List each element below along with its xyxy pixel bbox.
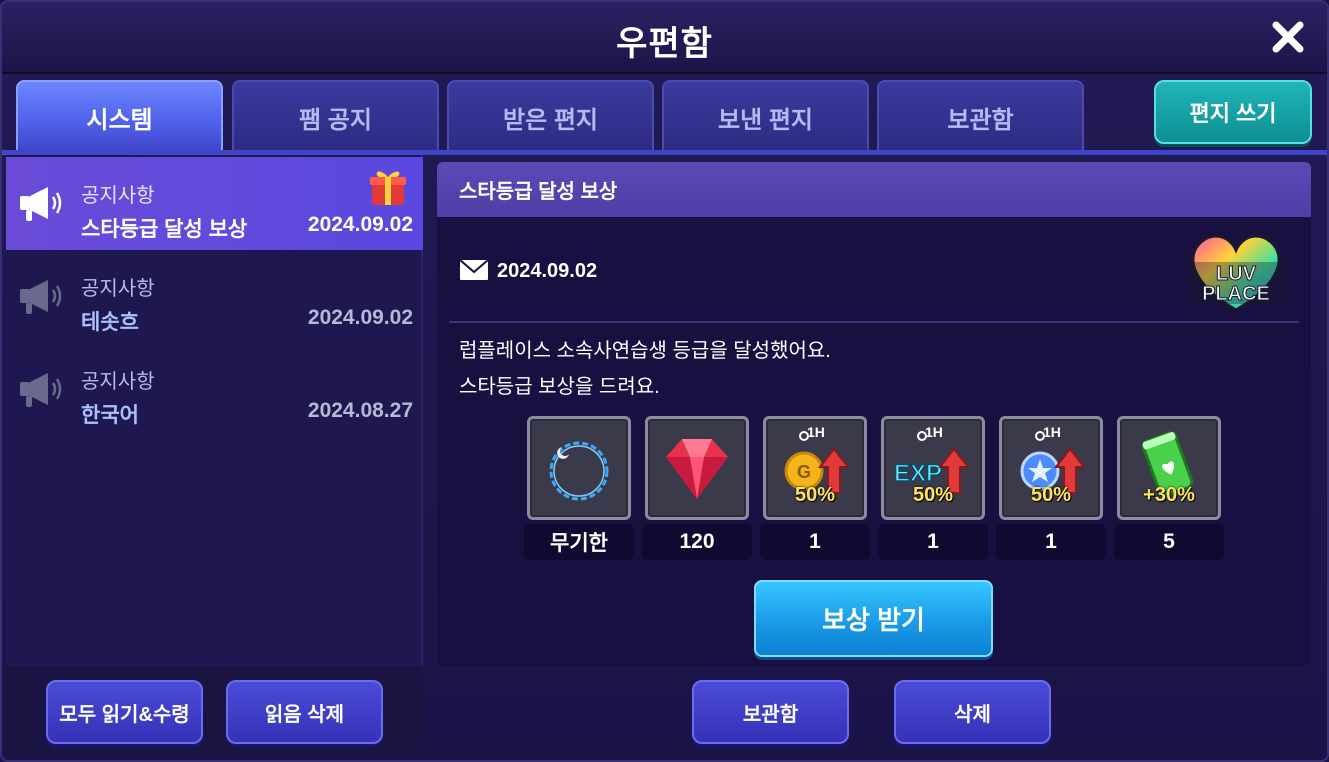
message-item[interactable]: 공지사항 스타등급 달성 보상 2024.09.02 — [6, 157, 423, 250]
reward-count: 5 — [1114, 524, 1224, 560]
tab-fam-notice[interactable]: 팸 공지 — [232, 80, 439, 152]
message-detail: 스타등급 달성 보상 2024.09.02 LUV PLACE 럽플레이스 소속… — [437, 162, 1311, 666]
mail-date: 2024.09.02 — [497, 260, 598, 282]
write-letter-button[interactable]: 편지 쓰기 — [1154, 80, 1312, 144]
close-icon[interactable] — [1271, 20, 1305, 54]
reward-count: 120 — [642, 524, 752, 560]
svg-text:PLACE: PLACE — [1202, 283, 1270, 305]
delete-button[interactable]: 삭제 — [894, 680, 1051, 744]
luv-place-logo: LUV PLACE — [1187, 234, 1285, 312]
delete-read-button[interactable]: 읽음 삭제 — [226, 680, 383, 744]
claim-reward-button[interactable]: 보상 받기 — [754, 580, 993, 657]
message-subject: 스타등급 달성 보상 — [81, 218, 248, 241]
gift-icon — [370, 171, 406, 205]
tab-sent[interactable]: 보낸 편지 — [662, 80, 869, 152]
body-line: 럽플레이스 소속사연습생 등급을 달성했어요. — [459, 340, 831, 362]
boost-timer: 1H — [807, 424, 825, 440]
reward-slot — [645, 416, 749, 520]
tab-received[interactable]: 받은 편지 — [447, 80, 654, 152]
megaphone-icon — [20, 187, 62, 221]
boost-timer: 1H — [1043, 424, 1061, 440]
detail-divider — [449, 321, 1299, 323]
message-category: 공지사항 — [81, 371, 155, 393]
mailbox-window: 우편함 시스템 팸 공지 받은 편지 보낸 편지 보관함 편지 쓰기 공지사항 … — [0, 0, 1329, 762]
tab-system[interactable]: 시스템 — [16, 80, 223, 152]
boost-timer: 1H — [925, 424, 943, 440]
message-list-footer: 모두 읽기&수령 읽음 삭제 — [6, 666, 423, 760]
boost-label: 50% — [794, 484, 836, 506]
svg-text:LUV: LUV — [1216, 263, 1257, 285]
message-item[interactable]: 공지사항 한국어 2024.08.27 — [6, 343, 423, 436]
svg-text:G: G — [797, 462, 811, 482]
boost-label: +30% — [1143, 484, 1195, 506]
megaphone-icon — [20, 280, 62, 314]
title-bar: 우편함 — [2, 2, 1327, 74]
red-gem-icon — [666, 439, 728, 499]
message-category: 공지사항 — [81, 278, 155, 300]
reward-count: 1 — [996, 524, 1106, 560]
archive-button[interactable]: 보관함 — [692, 680, 849, 744]
message-subject: 테솟흐 — [81, 311, 139, 334]
reward-list: 무기한 120 G 1H 50% 1 EXP 1H 50% 1 1H 50% 1… — [524, 416, 1227, 562]
read-all-claim-button[interactable]: 모두 읽기&수령 — [46, 680, 203, 744]
megaphone-icon — [20, 373, 62, 407]
ring-frame-icon — [549, 441, 609, 501]
message-date: 2024.08.27 — [307, 399, 413, 422]
detail-title: 스타등급 달성 보상 — [437, 162, 1311, 217]
window-title: 우편함 — [616, 25, 713, 63]
message-date: 2024.09.02 — [307, 213, 413, 236]
message-item[interactable]: 공지사항 테솟흐 2024.09.02 — [6, 250, 423, 343]
boost-label: 50% — [1030, 484, 1072, 506]
reward-count: 1 — [760, 524, 870, 560]
reward-slot — [527, 416, 631, 520]
boost-label: 50% — [912, 484, 954, 506]
tab-archive[interactable]: 보관함 — [877, 80, 1084, 152]
envelope-icon — [459, 259, 489, 280]
reward-count: 1 — [878, 524, 988, 560]
reward-count: 무기한 — [524, 524, 634, 560]
svg-text:EXP: EXP — [894, 460, 942, 487]
message-subject: 한국어 — [81, 404, 139, 427]
message-category: 공지사항 — [81, 185, 155, 207]
body-line: 스타등급 보상을 드려요. — [459, 376, 660, 398]
message-date: 2024.09.02 — [307, 306, 413, 329]
